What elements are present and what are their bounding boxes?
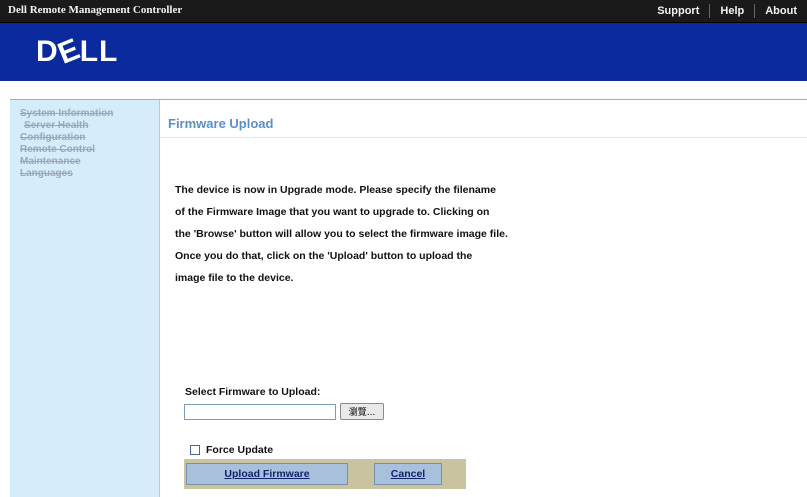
sidebar: System Information Server Health Configu… — [10, 100, 160, 497]
force-update-checkbox[interactable] — [190, 445, 200, 455]
action-button-bar: Upload Firmware Cancel — [184, 459, 466, 489]
force-update-label: Force Update — [206, 444, 274, 456]
brand-banner: DELL — [0, 23, 807, 81]
page-title: Firmware Upload — [168, 116, 274, 131]
top-nav: Support Help About — [647, 0, 807, 22]
sidebar-item-languages[interactable]: Languages — [20, 168, 159, 180]
select-firmware-label: Select Firmware to Upload: — [185, 386, 321, 398]
header-spacer — [0, 81, 807, 100]
about-link[interactable]: About — [754, 4, 807, 18]
app-title: Dell Remote Management Controller — [8, 4, 183, 16]
upgrade-instructions: The device is now in Upgrade mode. Pleas… — [175, 179, 645, 289]
browse-button[interactable]: 瀏覽... — [340, 403, 384, 420]
title-divider — [160, 137, 807, 138]
sidebar-item-remote-control[interactable]: Remote Control — [20, 144, 159, 156]
instruction-line: the 'Browse' button will allow you to se… — [175, 228, 508, 240]
sidebar-item-configuration[interactable]: Configuration — [20, 132, 159, 144]
sidebar-item-maintenance[interactable]: Maintenance — [20, 156, 159, 168]
instruction-line: of the Firmware Image that you want to u… — [175, 206, 490, 218]
dell-logo: DELL — [36, 32, 119, 71]
instruction-line: image file to the device. — [175, 272, 294, 284]
top-bar: Dell Remote Management Controller Suppor… — [0, 0, 807, 23]
instruction-line: Once you do that, click on the 'Upload' … — [175, 250, 473, 262]
sidebar-item-server-health[interactable]: Server Health — [20, 120, 159, 132]
main-content: Firmware Upload The device is now in Upg… — [160, 100, 807, 497]
instruction-line: The device is now in Upgrade mode. Pleas… — [175, 184, 496, 196]
firmware-file-field[interactable] — [184, 404, 336, 420]
help-link[interactable]: Help — [709, 4, 754, 18]
support-link[interactable]: Support — [647, 4, 709, 18]
force-update-row: Force Update — [190, 444, 273, 456]
cancel-button[interactable]: Cancel — [374, 463, 442, 485]
sidebar-item-system-information[interactable]: System Information — [20, 108, 159, 120]
upload-firmware-button[interactable]: Upload Firmware — [186, 463, 348, 485]
